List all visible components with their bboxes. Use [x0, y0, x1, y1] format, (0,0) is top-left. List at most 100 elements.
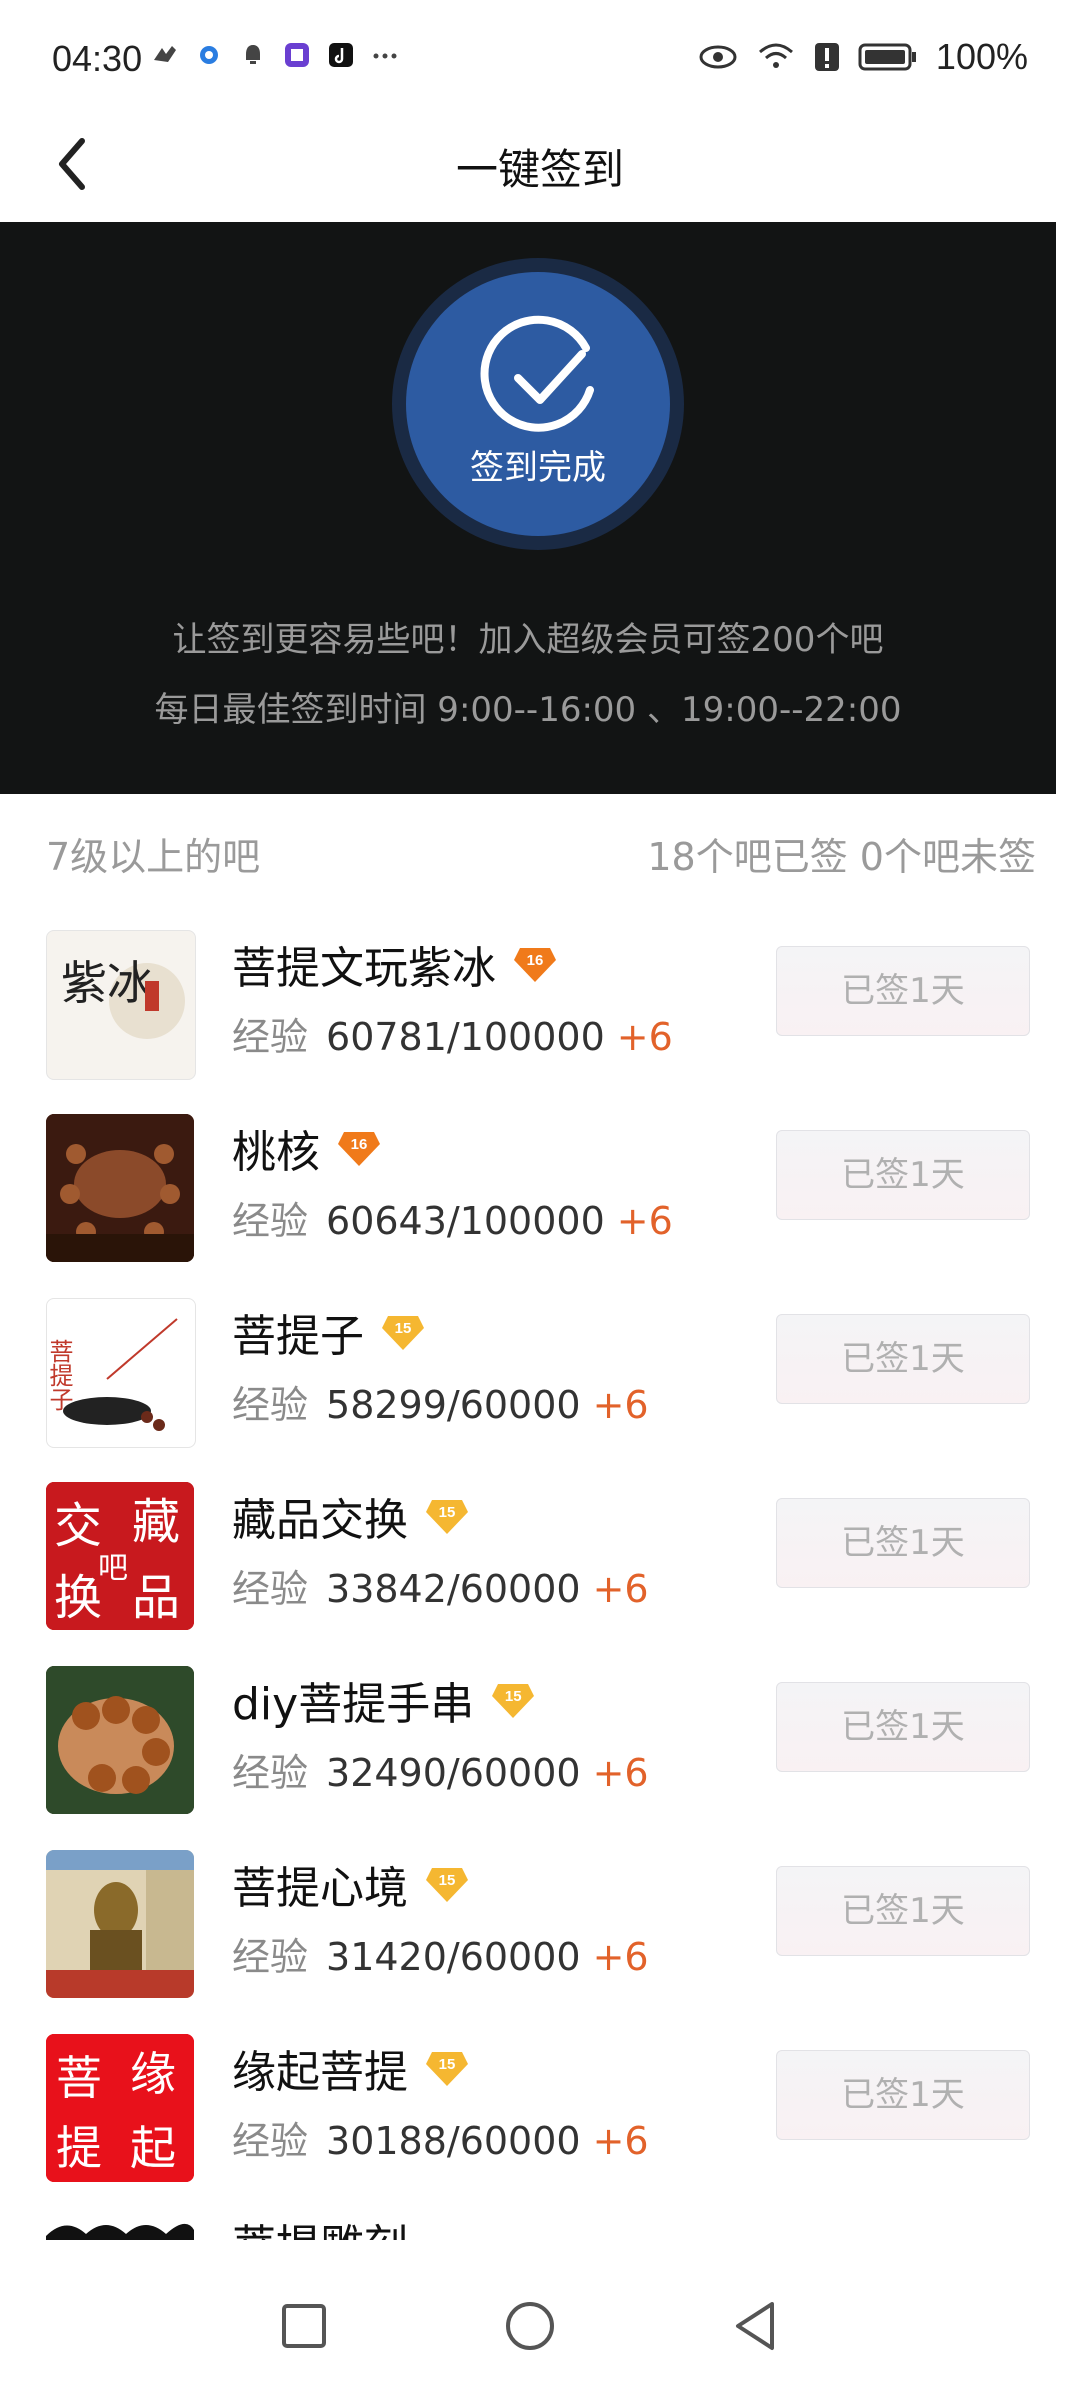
forum-name: 菩提雕刻 — [232, 2210, 408, 2240]
wifi-icon — [758, 43, 793, 68]
avatar-text: 菩提子 — [47, 1339, 73, 1411]
forum-name: 桃核 — [232, 1127, 320, 1178]
status-time: 04:30 — [52, 38, 143, 79]
svg-text:品: 品 — [132, 1570, 180, 1626]
signin-status-text: 签到完成 — [470, 448, 606, 488]
eye-icon — [699, 45, 737, 69]
exp-label: 经验 — [232, 1935, 309, 1979]
svg-text:藏: 藏 — [132, 1494, 180, 1550]
svg-text:缘: 缘 — [130, 2047, 176, 2101]
level-badge-icon: 15 — [424, 2048, 470, 2088]
exp-label: 经验 — [232, 1383, 309, 1427]
level-badge-icon: 15 — [424, 1864, 470, 1904]
exp-label: 经验 — [232, 1199, 309, 1243]
nav-bar: 一键签到 — [0, 116, 1080, 222]
exp-label: 经验 — [232, 2119, 309, 2163]
forum-avatar — [46, 1114, 194, 1262]
svg-text:换: 换 — [54, 1570, 102, 1626]
tiktok-icon — [329, 43, 353, 67]
exp-gain: +6 — [592, 1567, 649, 1611]
list-item-partial[interactable]: 菩提雕刻 — [0, 2206, 1080, 2240]
battery-icon — [858, 43, 916, 71]
forum-avatar: 交 藏 换 品 吧 — [46, 1482, 194, 1630]
list-item[interactable]: 交 藏 换 品 吧 藏品交换 15 经验 33842/60000 +6 已签1天 — [0, 1470, 1080, 1656]
home-icon[interactable] — [490, 2286, 570, 2366]
exp-value: 33842/60000 — [326, 1567, 581, 1611]
exp-gain: +6 — [592, 1751, 649, 1795]
status-right: 100% — [698, 36, 1028, 78]
page-title: 一键签到 — [455, 145, 624, 194]
recent-apps-icon[interactable] — [264, 2286, 344, 2366]
app-icon — [200, 46, 218, 64]
list-item[interactable]: 菩提子 菩提子 15 经验 58299/60000 +6 已签1天 — [0, 1286, 1080, 1472]
forum-avatar — [46, 1850, 194, 1998]
exp-label: 经验 — [232, 1567, 309, 1611]
signed-button[interactable]: 已签1天 — [776, 2050, 1030, 2140]
signin-summary: 18个吧已签 0个吧未签 — [647, 835, 1036, 879]
level-badge-icon: 16 — [336, 1128, 382, 1168]
exp-gain: +6 — [616, 1199, 673, 1243]
signed-button[interactable]: 已签1天 — [776, 1866, 1030, 1956]
vip-promo-text: 让签到更容易些吧！加入超级会员可签200个吧 — [172, 620, 884, 660]
list-item[interactable]: 桃核 16 经验 60643/100000 +6 已签1天 — [0, 1102, 1080, 1288]
status-bar: 04:30 100% — [0, 0, 1080, 116]
exp-value: 32490/60000 — [326, 1751, 581, 1795]
forum-name: 缘起菩提 — [232, 2047, 408, 2098]
signed-button[interactable]: 已签1天 — [776, 1130, 1030, 1220]
signed-button[interactable]: 已签1天 — [776, 1314, 1030, 1404]
level-badge-icon: 15 — [424, 1496, 470, 1536]
section-title: 7级以上的吧 — [46, 835, 261, 879]
exp-gain: +6 — [592, 2119, 649, 2163]
level-badge-icon: 15 — [380, 1312, 426, 1352]
forum-avatar — [46, 1666, 194, 1814]
signal-app-icon — [154, 46, 176, 62]
forum-name: 菩提子 — [232, 1311, 364, 1362]
signed-button[interactable]: 已签1天 — [776, 946, 1030, 1036]
alert-icon — [814, 43, 839, 71]
exp-value: 60643/100000 — [326, 1199, 605, 1243]
exp-gain: +6 — [616, 1015, 673, 1059]
svg-text:交: 交 — [54, 1498, 102, 1554]
exp-value: 60781/100000 — [326, 1015, 605, 1059]
forum-name: 藏品交换 — [232, 1495, 408, 1546]
bell-icon — [246, 45, 260, 64]
signed-button[interactable]: 已签1天 — [776, 1682, 1030, 1772]
signin-hero: 签到完成 让签到更容易些吧！加入超级会员可签200个吧 每日最佳签到时间 9:0… — [0, 222, 1056, 794]
best-time-text: 每日最佳签到时间 9:00--16:00 、19:00--22:00 — [154, 690, 902, 730]
exp-label: 经验 — [232, 1751, 309, 1795]
forum-name: 菩提文玩紫冰 — [232, 943, 496, 994]
battery-percent: 100% — [935, 36, 1028, 77]
forum-avatar — [46, 2216, 194, 2240]
forum-avatar: 菩 缘 提 起 — [46, 2034, 194, 2182]
exp-value: 30188/60000 — [326, 2119, 581, 2163]
forum-name: diy菩提手串 — [232, 1679, 475, 1730]
level-badge-icon: 16 — [512, 944, 558, 984]
exp-value: 58299/60000 — [326, 1383, 581, 1427]
section-header: 7级以上的吧 18个吧已签 0个吧未签 — [46, 826, 1036, 886]
check-icon — [480, 315, 594, 432]
signed-button[interactable]: 已签1天 — [776, 1498, 1030, 1588]
forum-avatar: 紫冰 — [46, 930, 196, 1080]
notification-icons — [150, 40, 400, 70]
tieba-app-icon — [285, 43, 309, 67]
exp-value: 31420/60000 — [326, 1935, 581, 1979]
list-item[interactable]: 菩提心境 15 经验 31420/60000 +6 已签1天 — [0, 1838, 1080, 2024]
svg-text:菩: 菩 — [56, 2051, 102, 2105]
more-icon — [373, 53, 397, 59]
svg-text:提: 提 — [56, 2121, 102, 2175]
list-item[interactable]: 紫冰 菩提文玩紫冰 16 经验 60781/100000 +6 已签1天 — [0, 918, 1080, 1104]
svg-text:吧: 吧 — [98, 1551, 128, 1586]
forum-name: 菩提心境 — [232, 1863, 408, 1914]
back-nav-icon[interactable] — [716, 2286, 796, 2366]
system-nav-bar — [0, 2240, 1080, 2388]
level-badge-icon: 15 — [490, 1680, 536, 1720]
exp-gain: +6 — [592, 1383, 649, 1427]
svg-text:起: 起 — [130, 2121, 176, 2175]
exp-label: 经验 — [232, 1015, 309, 1059]
signin-status-circle: 签到完成 — [392, 258, 684, 550]
avatar-text: 紫冰 — [61, 956, 153, 1010]
list-item[interactable]: 菩 缘 提 起 缘起菩提 15 经验 30188/60000 +6 已签1天 — [0, 2022, 1080, 2208]
forum-avatar: 菩提子 — [46, 1298, 196, 1448]
exp-gain: +6 — [592, 1935, 649, 1979]
list-item[interactable]: diy菩提手串 15 经验 32490/60000 +6 已签1天 — [0, 1654, 1080, 1840]
